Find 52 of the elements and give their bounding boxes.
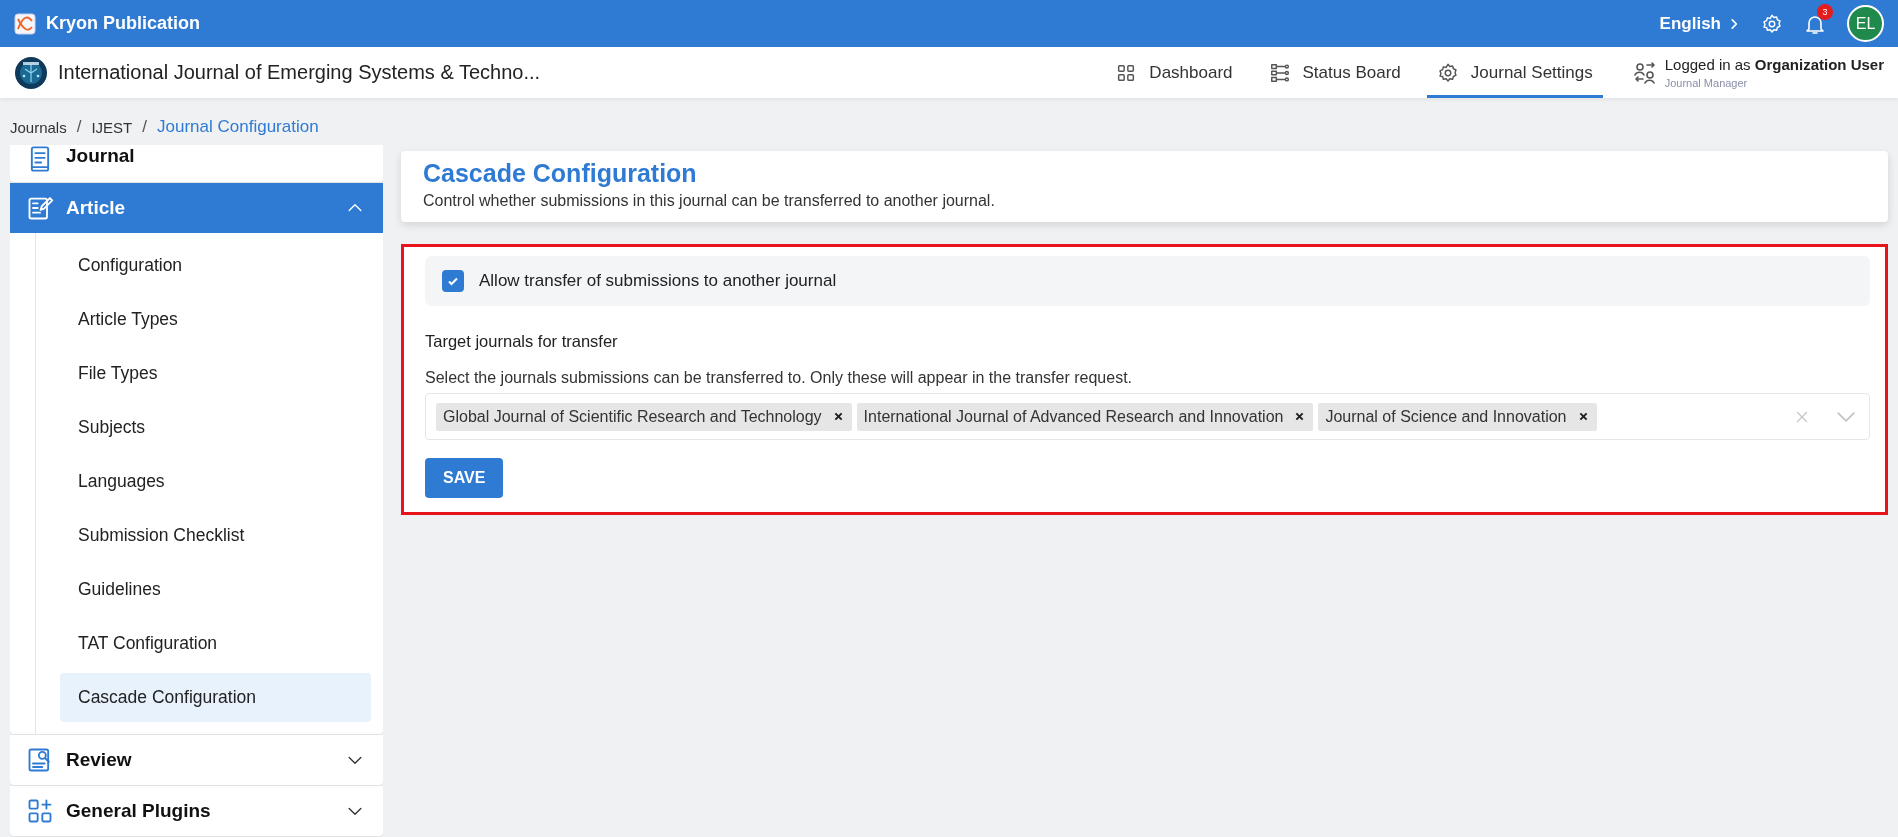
checkbox[interactable]	[442, 270, 464, 292]
flow-icon	[1268, 61, 1291, 84]
breadcrumb-link[interactable]: Journal Configuration	[157, 117, 319, 137]
breadcrumb-link[interactable]: Journals	[10, 118, 67, 136]
sidebar-subitem[interactable]: Languages	[60, 457, 371, 506]
selected-tag: International Journal of Advanced Research and Innovation	[856, 402, 1314, 431]
page-title: Cascade Configuration	[423, 159, 698, 188]
language-selector[interactable]: English	[1659, 13, 1741, 34]
checkbox-label: Allow transfer of submissions to another journal	[479, 271, 837, 291]
users-swap-icon	[1632, 60, 1657, 85]
chevron-down-icon	[1837, 411, 1855, 422]
sidebar-item[interactable]: Article	[10, 183, 383, 233]
journal-logo-icon	[14, 55, 48, 90]
user-role: Journal Manager	[1664, 77, 1749, 89]
breadcrumb-separator: /	[76, 117, 82, 137]
save-button[interactable]: SAVE	[425, 458, 504, 498]
multi-select-field[interactable]: Global Journal of Scientific Research and Technology International Journal of Advanced Research and Innovation Journal of Science and Innovation	[425, 393, 1870, 440]
sidebar-subitem[interactable]: Guidelines	[60, 565, 371, 614]
journal-title: International Journal of Emerging Systems & Techno...	[58, 61, 541, 84]
remove-icon[interactable]	[1295, 412, 1305, 421]
page-description: Control whether submissions in this journal can be transferred to another journal.	[423, 192, 996, 210]
selected-tag: Journal of Science and Innovation	[1318, 402, 1597, 431]
sidebar-subitem[interactable]: Submission Checklist	[60, 511, 371, 560]
sidebar-item[interactable]: Journal	[10, 145, 383, 182]
sidebar-subitem[interactable]: Cascade Configuration	[60, 673, 371, 722]
sidebar-item[interactable]: Review	[10, 735, 383, 785]
field-label: Target journals for transfer	[425, 332, 619, 351]
logged-in-text: Logged in as Organization User	[1664, 56, 1884, 73]
nav-tab[interactable]: Journal Settings	[1426, 47, 1603, 98]
remove-icon[interactable]	[1578, 412, 1588, 421]
gear-icon	[1436, 61, 1459, 84]
sidebar-subitem[interactable]: Article Types	[60, 295, 371, 344]
breadcrumb-separator: /	[142, 117, 147, 137]
nav-tab[interactable]: Dashboard	[1105, 47, 1243, 98]
settings-button[interactable]	[1761, 12, 1783, 35]
avatar-button[interactable]: EL	[1847, 5, 1884, 42]
plugins-icon	[26, 797, 54, 825]
field-help-text: Select the journals submissions can be transferred to. Only these will appear in the transfer request.	[425, 369, 1134, 387]
notification-badge: 3	[1817, 3, 1833, 20]
selected-tag: Global Journal of Scientific Research and Technology	[436, 402, 852, 431]
sidebar-subitem[interactable]: TAT Configuration	[60, 619, 371, 668]
sidebar-subitem[interactable]: Configuration	[60, 241, 371, 290]
app-logo-icon	[14, 12, 36, 35]
sidebar-subitem[interactable]: File Types	[60, 349, 371, 398]
checkmark-icon	[447, 275, 459, 287]
app-title: Kryon Publication	[46, 13, 200, 34]
nav-tab[interactable]: Status Board	[1258, 47, 1411, 98]
remove-icon[interactable]	[833, 412, 843, 421]
breadcrumb-link[interactable]: IJEST	[91, 118, 133, 136]
sidebar-subitem[interactable]: Subjects	[60, 403, 371, 452]
edit-icon	[26, 194, 54, 222]
sidebar-item[interactable]: General Plugins	[10, 786, 383, 836]
